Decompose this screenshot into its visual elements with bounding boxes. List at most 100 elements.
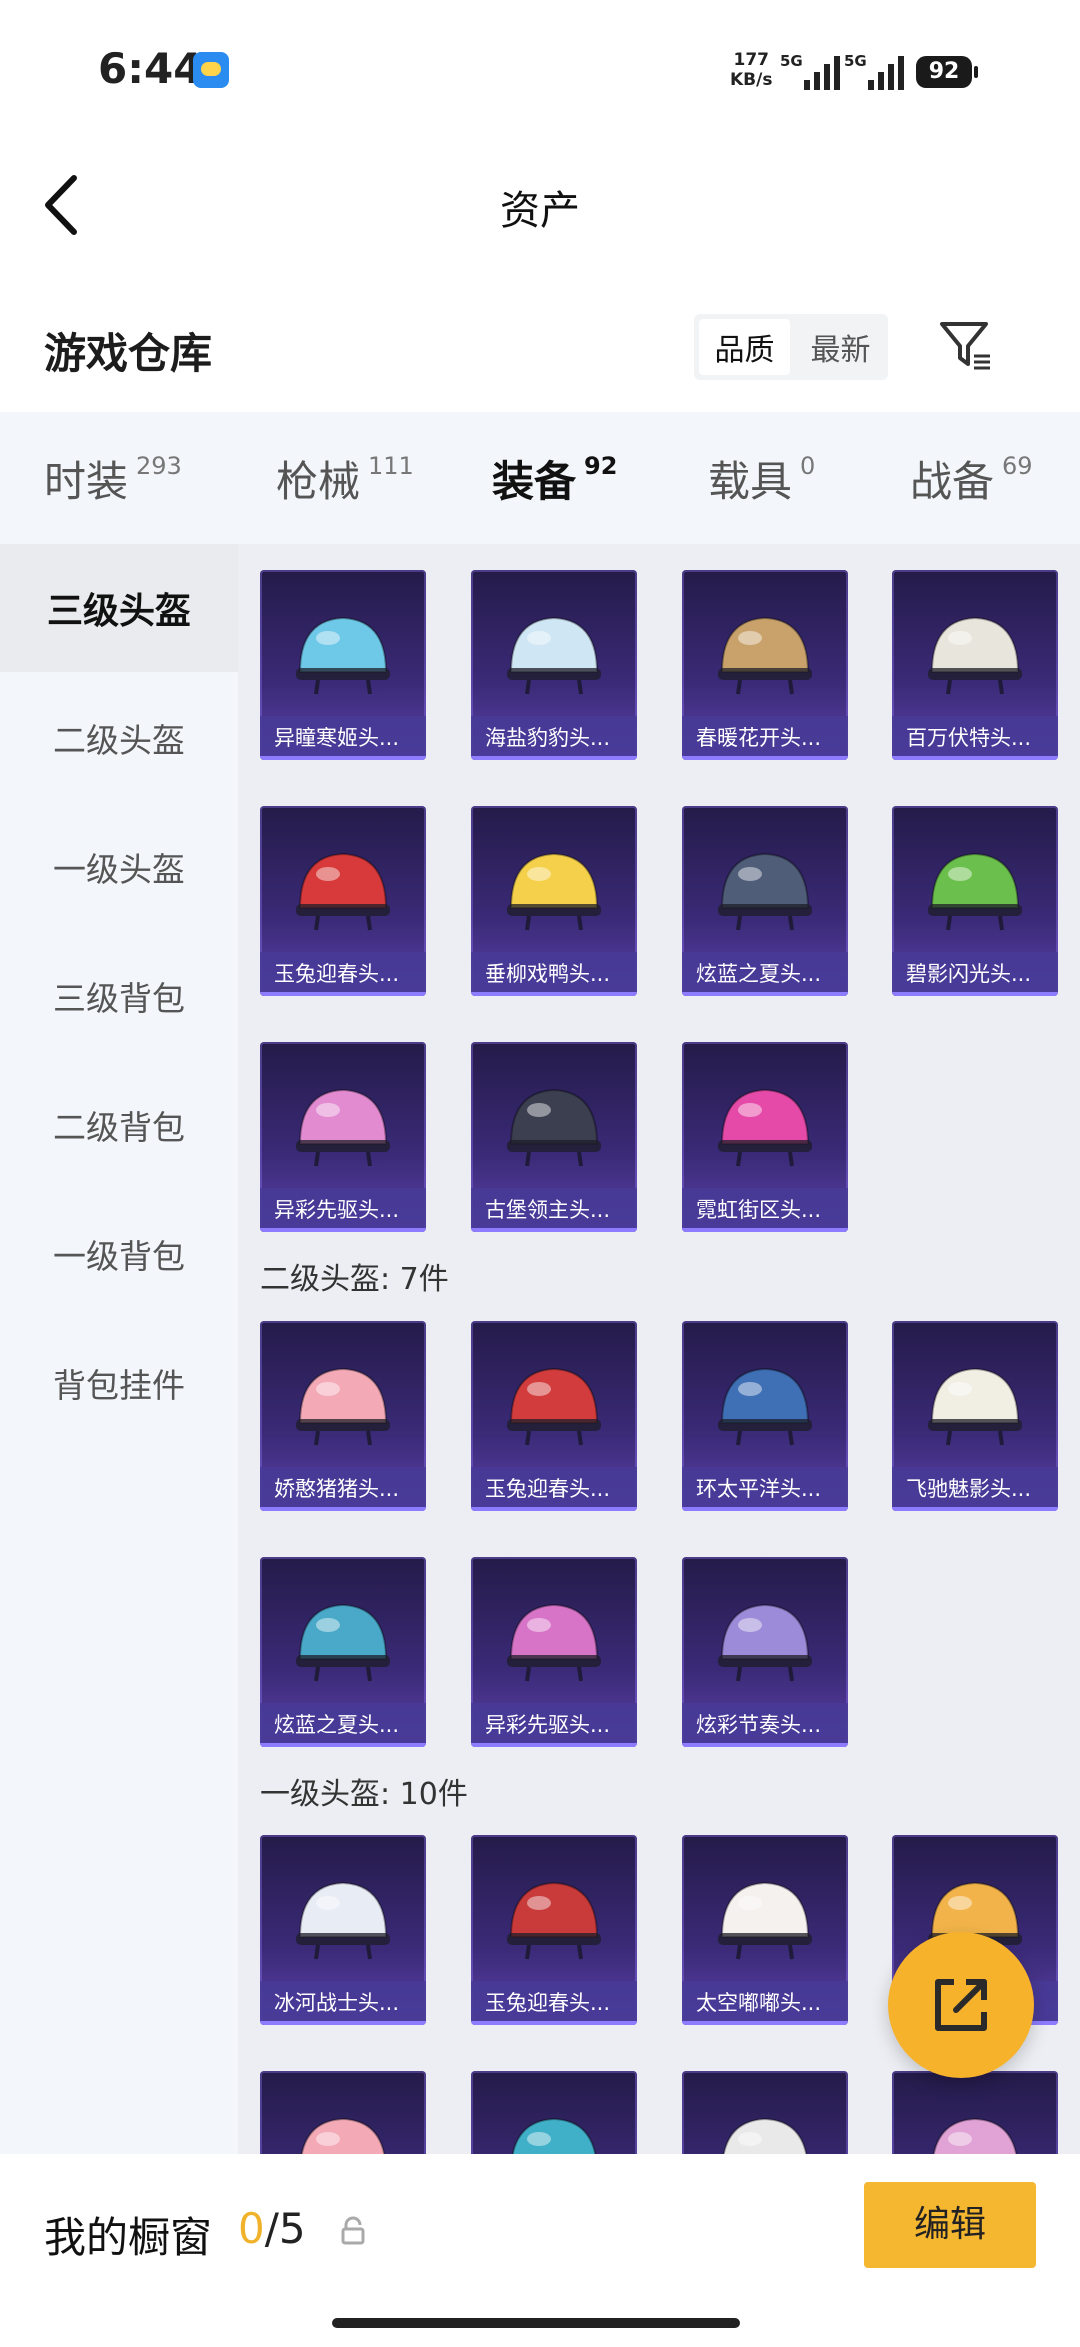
item-card[interactable]: 霓虹街区头... <box>682 1042 848 1232</box>
sort-option-quality[interactable]: 品质 <box>699 319 790 375</box>
sort-option-latest[interactable]: 最新 <box>795 319 886 375</box>
rarity-bar <box>260 1228 426 1232</box>
item-card[interactable]: 太空嘟嘟头... <box>682 1835 848 2025</box>
item-card[interactable]: 垂柳戏鸭头... <box>471 806 637 996</box>
rarity-bar <box>892 756 1058 760</box>
showcase-label: 我的橱窗 <box>44 2213 213 2262</box>
rarity-bar <box>471 756 637 760</box>
signal-icon: 5G <box>844 52 904 90</box>
top-bar: 资产 <box>0 150 1080 260</box>
rarity-bar <box>682 1228 848 1232</box>
tab-guns[interactable]: 枪械 111 <box>276 448 414 509</box>
section-title-level2: 二级头盔: 7件 <box>260 1262 449 1297</box>
share-button[interactable] <box>888 1932 1034 2078</box>
item-card[interactable] <box>471 2071 637 2154</box>
item-name: 玉兔迎春头... <box>260 952 426 996</box>
helmet-icon <box>722 2117 808 2154</box>
tab-equipment[interactable]: 装备 92 <box>492 448 617 553</box>
rarity-bar <box>682 756 848 760</box>
item-name: 炫彩节奏头... <box>682 1703 848 1747</box>
item-card[interactable]: 环太平洋头... <box>682 1321 848 1511</box>
sidebar-item-level2-helmet[interactable]: 二级头盔 <box>0 674 238 802</box>
tab-vehicles[interactable]: 载具 0 <box>708 448 815 509</box>
rarity-bar <box>471 1228 637 1232</box>
item-name: 冰河战士头... <box>260 1981 426 2025</box>
helmet-icon <box>718 1367 812 1446</box>
item-card[interactable]: 异瞳寒姬头... <box>260 570 426 760</box>
item-card[interactable]: 飞驰魅影头... <box>892 1321 1058 1511</box>
sort-toggle: 品质 最新 <box>694 314 888 380</box>
tab-fashion[interactable]: 时装 293 <box>44 448 182 509</box>
item-card[interactable]: 炫蓝之夏头... <box>682 806 848 996</box>
share-icon <box>935 1979 987 2031</box>
helmet-icon <box>296 1603 390 1682</box>
sidebar-item-level3-backpack[interactable]: 三级背包 <box>0 932 238 1060</box>
item-name: 太空嘟嘟头... <box>682 1981 848 2025</box>
rarity-bar <box>471 992 637 996</box>
helmet-icon <box>507 1881 601 1960</box>
item-name: 霓虹街区头... <box>682 1188 848 1232</box>
battery-icon: 92 <box>916 56 978 88</box>
lock-icon <box>341 2216 365 2245</box>
filter-button[interactable] <box>938 318 994 374</box>
item-name: 垂柳戏鸭头... <box>471 952 637 996</box>
item-card[interactable]: 炫彩节奏头... <box>682 1557 848 1747</box>
helmet-icon <box>300 2117 386 2154</box>
category-tabs: 时装 293 枪械 111 装备 92 载具 0 战备 69 <box>0 412 1080 553</box>
sidebar-item-level2-backpack[interactable]: 二级背包 <box>0 1061 238 1189</box>
helmet-icon <box>718 1603 812 1682</box>
item-card[interactable]: 春暖花开头... <box>682 570 848 760</box>
helmet-icon <box>507 1603 601 1682</box>
home-indicator <box>332 2318 740 2328</box>
item-card[interactable]: 娇憨猪猪头... <box>260 1321 426 1511</box>
rarity-bar <box>260 756 426 760</box>
item-card[interactable] <box>260 2071 426 2154</box>
item-card[interactable]: 古堡领主头... <box>471 1042 637 1232</box>
item-card[interactable]: 百万伏特头... <box>892 570 1058 760</box>
rarity-bar <box>471 1743 637 1747</box>
rarity-bar <box>682 1507 848 1511</box>
item-card[interactable]: 炫蓝之夏头... <box>260 1557 426 1747</box>
item-card[interactable]: 碧影闪光头... <box>892 806 1058 996</box>
showcase-count: 0/5 <box>238 2204 306 2253</box>
item-name: 玉兔迎春头... <box>471 1981 637 2025</box>
item-card[interactable]: 玉兔迎春头... <box>471 1321 637 1511</box>
item-name: 飞驰魅影头... <box>892 1467 1058 1511</box>
helmet-icon <box>507 616 601 695</box>
helmet-icon <box>296 1881 390 1960</box>
status-time: 6:44 <box>98 44 203 93</box>
rarity-bar <box>260 992 426 996</box>
weather-icon <box>193 52 229 88</box>
item-card[interactable] <box>892 2071 1058 2154</box>
item-card[interactable]: 异彩先驱头... <box>471 1557 637 1747</box>
item-card[interactable]: 异彩先驱头... <box>260 1042 426 1232</box>
sidebar-item-level1-backpack[interactable]: 一级背包 <box>0 1190 238 1318</box>
rarity-bar <box>682 2021 848 2025</box>
helmet-icon <box>718 616 812 695</box>
helmet-icon <box>296 1088 390 1167</box>
sidebar-item-backpack-charm[interactable]: 背包挂件 <box>0 1319 238 1447</box>
item-name: 炫蓝之夏头... <box>682 952 848 996</box>
item-name: 古堡领主头... <box>471 1188 637 1232</box>
warehouse-title: 游戏仓库 <box>44 329 213 378</box>
item-card[interactable]: 玉兔迎春头... <box>260 806 426 996</box>
item-name: 春暖花开头... <box>682 716 848 760</box>
tab-supplies[interactable]: 战备 69 <box>910 448 1033 509</box>
item-card[interactable]: 海盐豹豹头... <box>471 570 637 760</box>
helmet-icon <box>507 1088 601 1167</box>
edit-button[interactable]: 编辑 <box>864 2182 1036 2268</box>
helmet-icon <box>928 852 1022 931</box>
helmet-icon <box>507 852 601 931</box>
helmet-icon <box>718 1881 812 1960</box>
item-card[interactable]: 玉兔迎春头... <box>471 1835 637 2025</box>
item-name: 娇憨猪猪头... <box>260 1467 426 1511</box>
item-card[interactable] <box>682 2071 848 2154</box>
item-card[interactable]: 冰河战士头... <box>260 1835 426 2025</box>
network-speed: 177 KB/s <box>730 50 773 90</box>
status-bar: 6:44 177 KB/s 5G 5G 92 <box>0 0 1080 140</box>
item-name: 异彩先驱头... <box>471 1703 637 1747</box>
item-name: 异彩先驱头... <box>260 1188 426 1232</box>
sidebar-item-level1-helmet[interactable]: 一级头盔 <box>0 803 238 931</box>
helmet-icon <box>511 2117 597 2154</box>
sidebar-item-level3-helmet[interactable]: 三级头盔 <box>0 544 238 672</box>
